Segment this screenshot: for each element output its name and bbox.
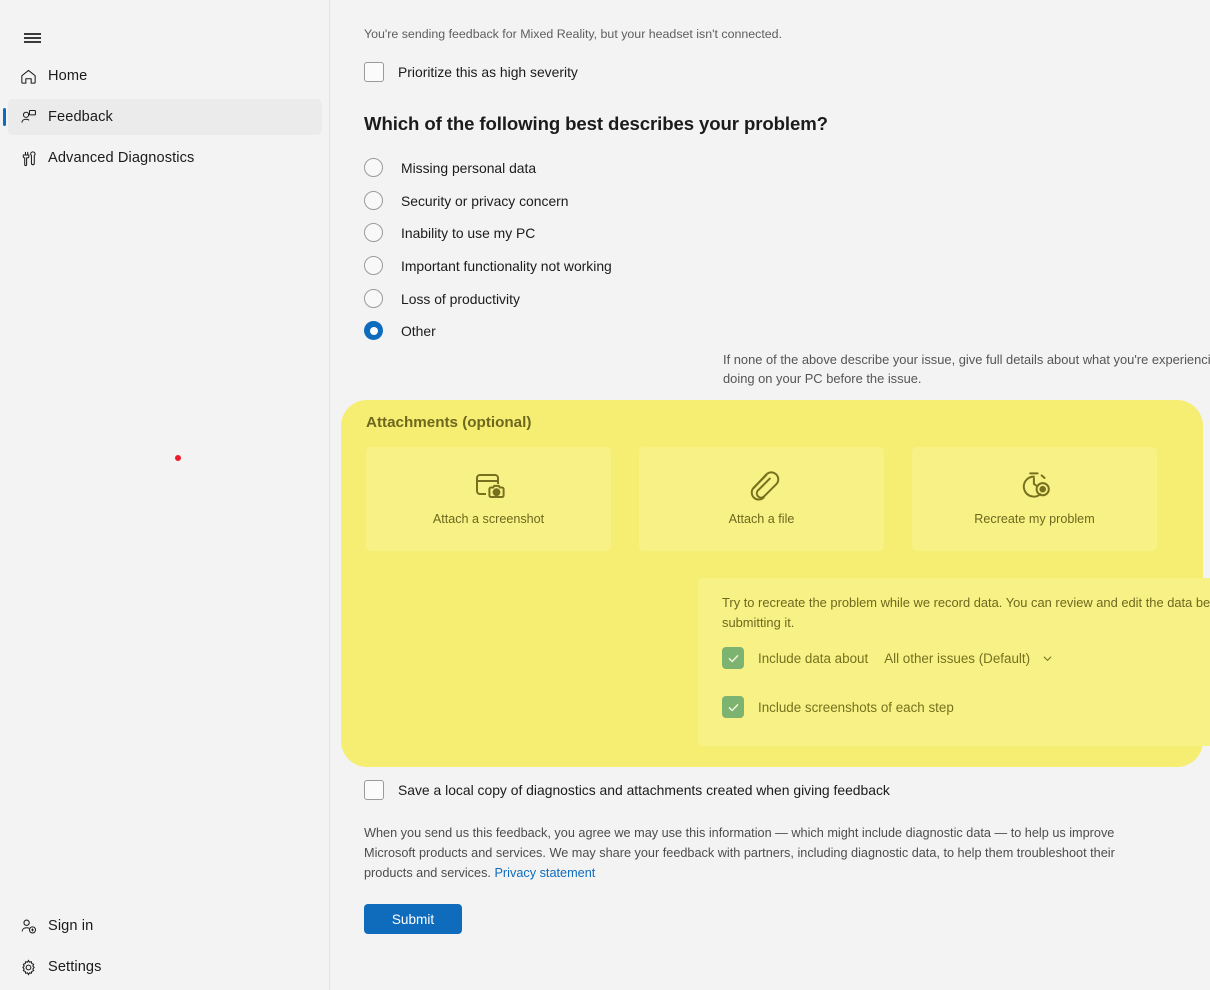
tile-label: Attach a screenshot: [432, 512, 545, 526]
radio-icon[interactable]: [364, 191, 383, 210]
home-icon: [8, 67, 48, 86]
radio-option-loss-of-productivity[interactable]: Loss of productivity: [364, 289, 520, 308]
radio-icon[interactable]: [364, 223, 383, 242]
prioritize-checkbox[interactable]: [364, 62, 384, 82]
screenshot-camera-icon: [469, 464, 509, 506]
radio-option-label: Security or privacy concern: [401, 192, 569, 209]
include-data-checkbox[interactable]: [722, 647, 744, 669]
person-add-icon: [8, 917, 48, 936]
include-screenshots-checkbox[interactable]: [722, 696, 744, 718]
radio-option-other[interactable]: Other: [364, 321, 436, 340]
data-scope-value: All other issues (Default): [884, 650, 1031, 666]
tile-label: Attach a file: [728, 512, 795, 526]
sidebar-item-label: Home: [48, 68, 88, 84]
recreate-my-problem-tile[interactable]: Recreate my problem: [912, 447, 1157, 551]
attachments-title: Attachments (optional): [366, 414, 532, 431]
legal-disclaimer: When you send us this feedback, you agre…: [364, 823, 1126, 883]
sidebar-item-feedback[interactable]: Feedback: [3, 99, 322, 135]
radio-option-label: Loss of productivity: [401, 290, 520, 307]
save-local-copy-row[interactable]: Save a local copy of diagnostics and att…: [364, 780, 890, 800]
page-title: Which of the following best describes yo…: [364, 113, 828, 134]
include-data-label: Include data about: [758, 650, 869, 666]
main-content: You're sending feedback for Mixed Realit…: [331, 0, 1210, 990]
radio-option-label: Missing personal data: [401, 159, 537, 176]
save-local-copy-checkbox[interactable]: [364, 780, 384, 800]
radio-icon-selected[interactable]: [364, 321, 383, 340]
radio-icon[interactable]: [364, 158, 383, 177]
sidebar-item-label: Sign in: [48, 918, 94, 934]
submit-button[interactable]: Submit: [364, 904, 462, 934]
hamburger-icon: [23, 31, 41, 45]
legal-text: When you send us this feedback, you agre…: [364, 826, 1115, 880]
sidebar-item-label: Feedback: [48, 109, 113, 125]
record-panel-description: Try to recreate the problem while we rec…: [722, 595, 1210, 630]
attach-a-file-tile[interactable]: Attach a file: [639, 447, 884, 551]
prioritize-high-severity-row[interactable]: Prioritize this as high severity: [364, 62, 578, 82]
feedback-icon: [8, 108, 48, 127]
diagnostics-icon: [8, 149, 48, 168]
radio-option-missing-personal-data[interactable]: Missing personal data: [364, 158, 536, 177]
gear-icon: [8, 958, 48, 977]
data-scope-dropdown[interactable]: All other issues (Default): [884, 651, 1053, 666]
sidebar-item-sign-in[interactable]: Sign in: [8, 908, 322, 944]
privacy-statement-link[interactable]: Privacy statement: [494, 866, 595, 880]
radio-option-important-functionality-not-working[interactable]: Important functionality not working: [364, 256, 612, 275]
headset-note: You're sending feedback for Mixed Realit…: [364, 27, 783, 41]
record-panel: Try to recreate the problem while we rec…: [698, 578, 1210, 746]
tile-label: Recreate my problem: [974, 512, 1095, 526]
sidebar-item-label: Advanced Diagnostics: [48, 150, 195, 166]
sidebar-item-home[interactable]: Home: [8, 58, 322, 94]
include-screenshots-row[interactable]: Include screenshots of each step: [722, 696, 954, 718]
prioritize-label: Prioritize this as high severity: [398, 64, 578, 80]
attachments-section: Attachments (optional) Attach a screensh…: [341, 400, 1210, 767]
include-screenshots-label: Include screenshots of each step: [758, 699, 954, 715]
paperclip-icon: [742, 464, 782, 506]
sidebar: Home Feedback Advanced Diagnostics Sign …: [0, 0, 330, 990]
radio-option-label: Other: [401, 322, 436, 339]
radio-option-inability-to-use-my-pc[interactable]: Inability to use my PC: [364, 223, 535, 242]
radio-option-label: Inability to use my PC: [401, 224, 536, 241]
cursor-marker-dot: [175, 455, 181, 461]
save-local-copy-label: Save a local copy of diagnostics and att…: [398, 782, 890, 798]
hamburger-menu-button[interactable]: [12, 20, 52, 56]
sidebar-item-advanced-diagnostics[interactable]: Advanced Diagnostics: [8, 140, 322, 176]
attach-a-screenshot-tile[interactable]: Attach a screenshot: [366, 447, 611, 551]
chevron-down-icon: [1042, 653, 1053, 664]
other-option-description: If none of the above describe your issue…: [723, 352, 1210, 386]
sidebar-item-label: Settings: [48, 959, 102, 975]
radio-option-label: Important functionality not working: [401, 257, 612, 274]
stopwatch-record-icon: [1015, 464, 1055, 506]
radio-icon[interactable]: [364, 289, 383, 308]
sidebar-item-settings[interactable]: Settings: [8, 949, 322, 985]
radio-option-security-or-privacy-concern[interactable]: Security or privacy concern: [364, 191, 569, 210]
include-data-about-row[interactable]: Include data about All other issues (Def…: [722, 647, 1053, 669]
radio-icon[interactable]: [364, 256, 383, 275]
